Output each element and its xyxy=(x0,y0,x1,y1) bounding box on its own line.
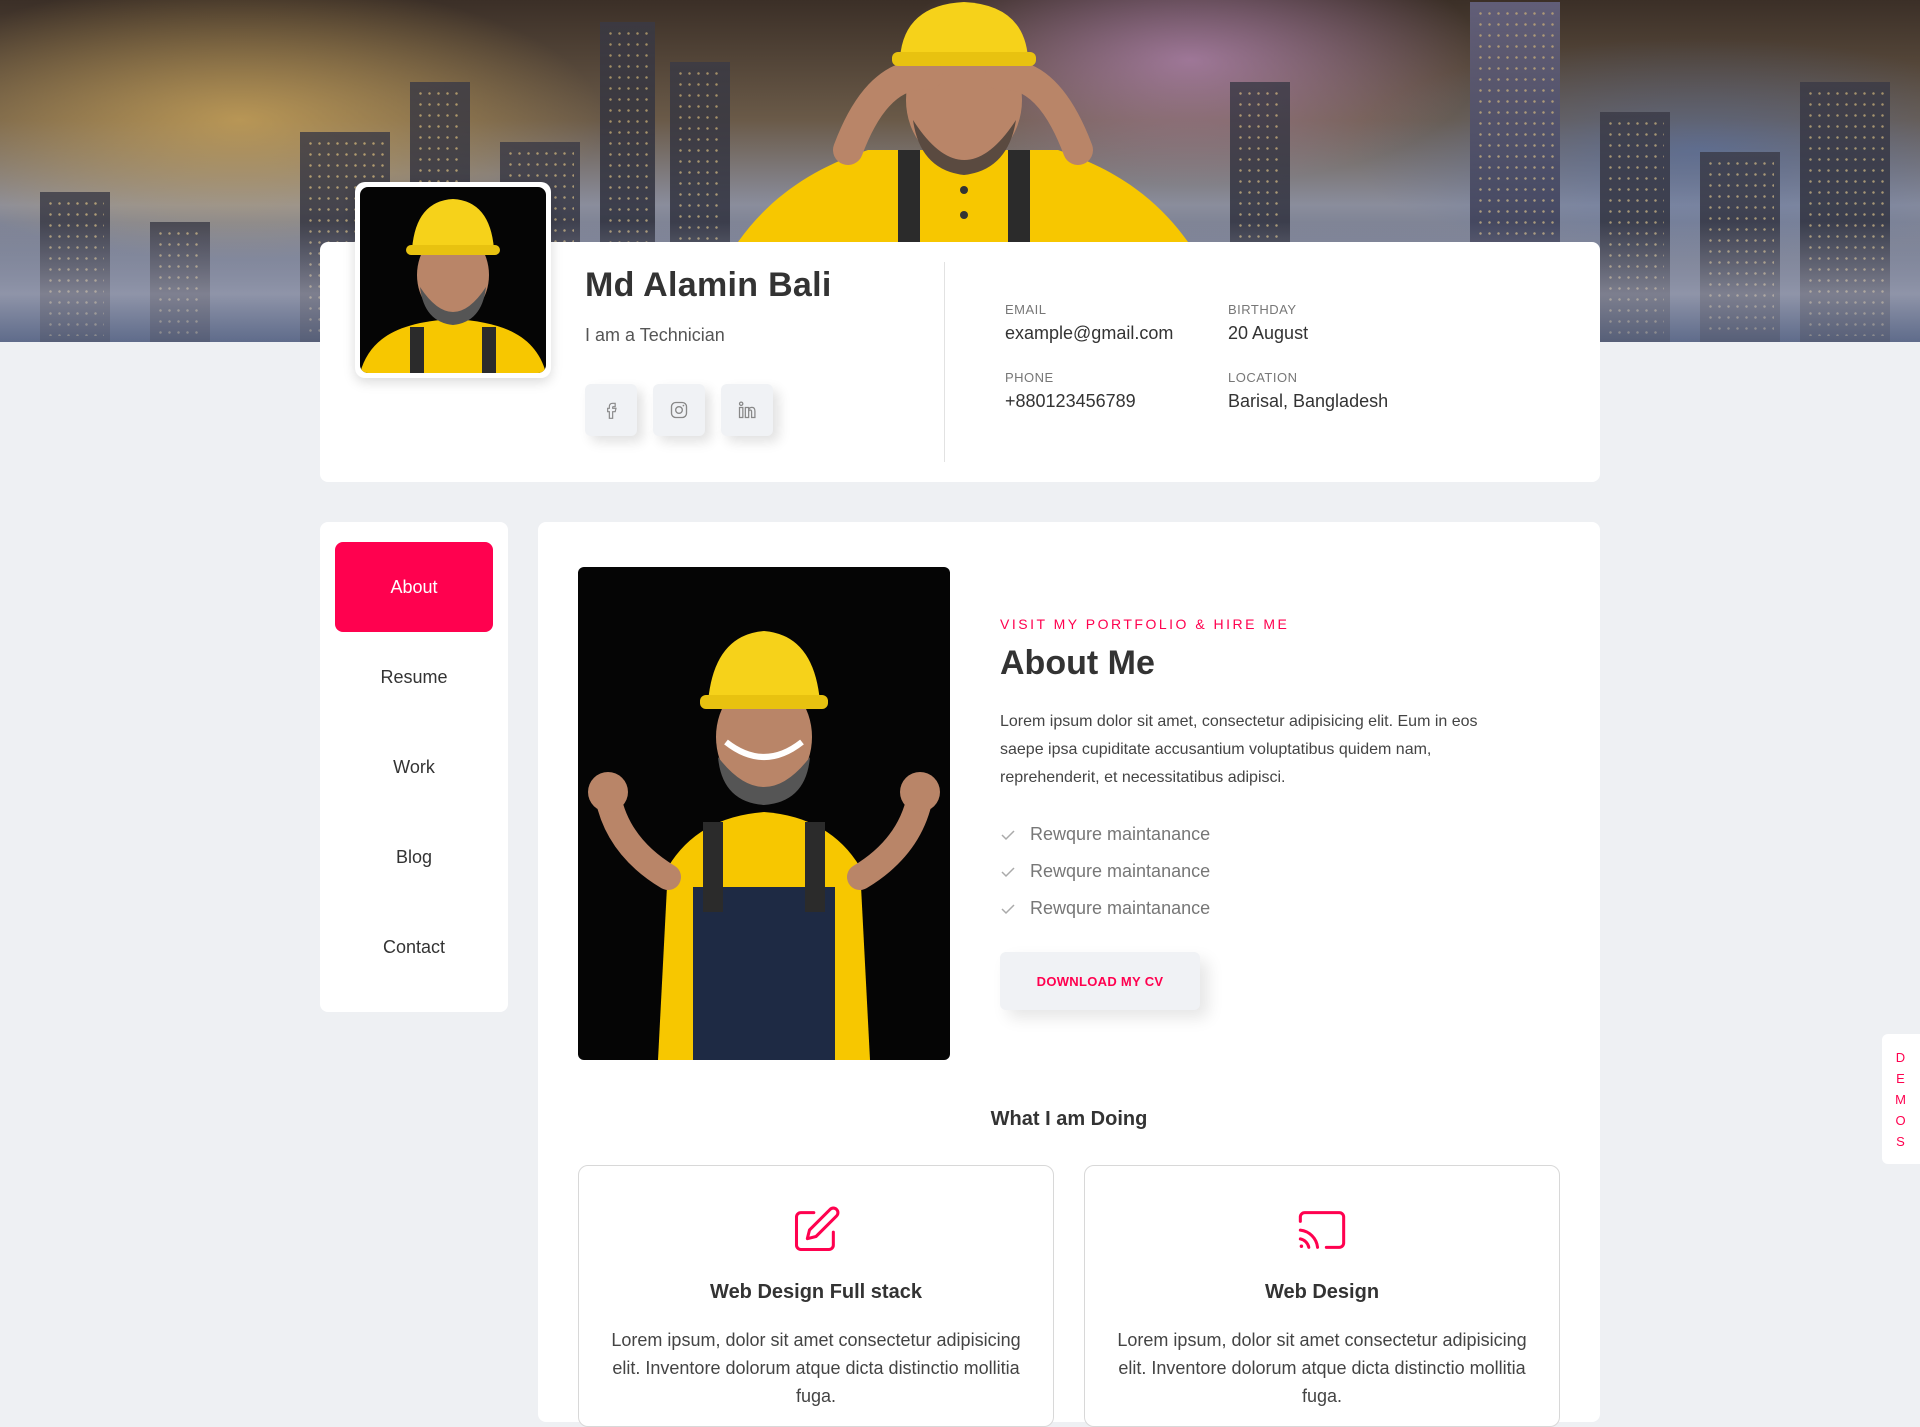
checklist-text: Rewqure maintanance xyxy=(1030,824,1211,844)
email-label: EMAIL xyxy=(1005,302,1047,317)
profile-role: I am a Technician xyxy=(585,325,725,345)
about-title: About Me xyxy=(1000,644,1155,682)
demos-tab[interactable]: D E M O S xyxy=(1882,1034,1920,1164)
email-value: example@gmail.com xyxy=(1005,323,1174,343)
service-text: Lorem ipsum, dolor sit amet consectetur … xyxy=(1117,1330,1527,1406)
avatar xyxy=(355,182,551,378)
profile-name: Md Alamin Bali xyxy=(585,266,832,304)
service-card: Web Design Lorem ipsum, dolor sit amet c… xyxy=(1084,1165,1560,1427)
check-icon xyxy=(1001,903,1015,914)
about-body: Lorem ipsum dolor sit amet, consectetur … xyxy=(1000,713,1478,786)
download-cv-button[interactable]: DOWNLOAD MY CV xyxy=(1000,952,1200,1010)
service-title: Web Design Full stack xyxy=(710,1281,922,1303)
demos-letter: O xyxy=(1895,1112,1907,1128)
demos-letter: S xyxy=(1896,1133,1906,1149)
nav-item-resume[interactable]: Resume xyxy=(335,632,493,722)
demos-letter: D xyxy=(1895,1049,1907,1065)
nav-item-work[interactable]: Work xyxy=(335,722,493,812)
cast-icon xyxy=(1298,1211,1346,1249)
about-kicker: VISIT MY PORTFOLIO & HIRE ME xyxy=(1000,616,1290,632)
check-icon xyxy=(1001,829,1015,840)
facebook-icon xyxy=(607,402,617,419)
profile-divider xyxy=(944,262,945,462)
check-icon xyxy=(1001,866,1015,877)
birthday-label: BIRTHDAY xyxy=(1228,302,1297,317)
demos-letter: M xyxy=(1895,1091,1907,1107)
linkedin-icon xyxy=(738,401,756,419)
location-value: Barisal, Bangladesh xyxy=(1228,391,1389,411)
service-card: Web Design Full stack Lorem ipsum, dolor… xyxy=(578,1165,1054,1427)
checklist-text: Rewqure maintanance xyxy=(1030,898,1211,918)
nav-item-contact[interactable]: Contact xyxy=(335,902,493,992)
edit-icon xyxy=(794,1206,840,1252)
checklist-item: Rewqure maintanance xyxy=(1000,898,1210,919)
services-heading: What I am Doing xyxy=(990,1108,1148,1130)
instagram-button[interactable] xyxy=(653,384,705,436)
sidebar-nav: About Resume Work Blog Contact xyxy=(320,522,508,1012)
instagram-icon xyxy=(670,401,688,419)
phone-label: PHONE xyxy=(1005,370,1054,385)
facebook-button[interactable] xyxy=(585,384,637,436)
checklist-text: Rewqure maintanance xyxy=(1030,861,1211,881)
service-title: Web Design xyxy=(1264,1281,1380,1303)
avatar-photo xyxy=(360,187,546,373)
demos-letter: E xyxy=(1896,1070,1906,1086)
checklist-item: Rewqure maintanance xyxy=(1000,861,1210,882)
service-text: Lorem ipsum, dolor sit amet consectetur … xyxy=(611,1330,1021,1406)
nav-item-about[interactable]: About xyxy=(335,542,493,632)
nav-item-blog[interactable]: Blog xyxy=(335,812,493,902)
birthday-value: 20 August xyxy=(1228,323,1309,343)
location-label: LOCATION xyxy=(1228,370,1298,385)
phone-value: +880123456789 xyxy=(1005,391,1136,411)
about-photo xyxy=(578,567,950,1060)
hero-worker-image xyxy=(738,2,1188,242)
linkedin-button[interactable] xyxy=(721,384,773,436)
checklist-item: Rewqure maintanance xyxy=(1000,824,1210,845)
